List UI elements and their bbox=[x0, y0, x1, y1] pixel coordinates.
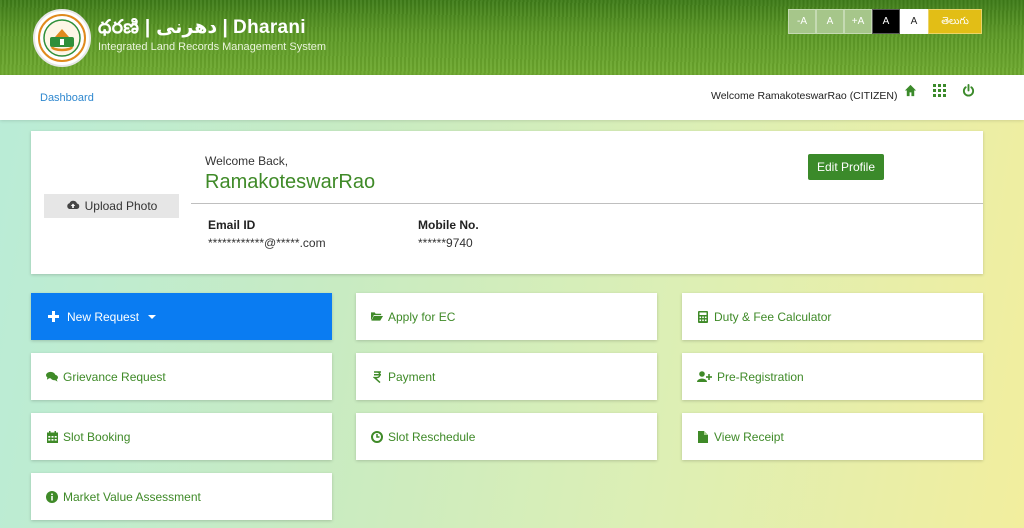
welcome-user-text: Welcome RamakoteswarRao (CITIZEN) bbox=[711, 90, 898, 102]
power-icon[interactable] bbox=[962, 84, 976, 98]
top-nav: Dashboard Welcome RamakoteswarRao (CITIZ… bbox=[0, 75, 1024, 120]
folder-open-icon bbox=[371, 311, 383, 323]
duty-fee-calculator-label: Duty & Fee Calculator bbox=[714, 309, 832, 324]
apps-grid-icon[interactable] bbox=[933, 84, 947, 98]
dark-theme-button[interactable]: A bbox=[872, 9, 900, 34]
duty-fee-calculator-button[interactable]: Duty & Fee Calculator bbox=[682, 293, 983, 340]
dharani-logo[interactable] bbox=[33, 9, 91, 67]
language-toggle-button[interactable]: తెలుగు bbox=[928, 9, 982, 34]
info-circle-icon bbox=[46, 490, 58, 503]
welcome-back-label: Welcome Back, bbox=[205, 154, 289, 168]
rupee-icon bbox=[371, 370, 383, 383]
brand-subtitle: Integrated Land Records Management Syste… bbox=[98, 41, 327, 53]
user-name: RamakoteswarRao bbox=[205, 171, 376, 193]
upload-photo-label: Upload Photo bbox=[84, 199, 158, 213]
edit-profile-button[interactable]: Edit Profile bbox=[808, 154, 884, 180]
apply-for-ec-button[interactable]: Apply for EC bbox=[356, 293, 657, 340]
market-value-assessment-label: Market Value Assessment bbox=[63, 489, 201, 504]
site-header: ధరణి | دھرنی | Dharani Integrated Land R… bbox=[0, 0, 1024, 75]
grievance-request-button[interactable]: Grievance Request bbox=[31, 353, 332, 400]
pre-registration-label: Pre-Registration bbox=[717, 369, 804, 384]
slot-booking-button[interactable]: Slot Booking bbox=[31, 413, 332, 460]
payment-button[interactable]: Payment bbox=[356, 353, 657, 400]
font-increase-button[interactable]: +A bbox=[844, 9, 872, 34]
payment-label: Payment bbox=[388, 369, 436, 384]
email-label: Email ID bbox=[208, 218, 256, 232]
font-decrease-button[interactable]: -A bbox=[788, 9, 816, 34]
pre-registration-button[interactable]: Pre-Registration bbox=[682, 353, 983, 400]
upload-photo-button[interactable]: Upload Photo bbox=[44, 194, 179, 218]
clock-icon bbox=[371, 430, 383, 443]
plus-icon bbox=[47, 311, 59, 323]
mobile-value: ******9740 bbox=[418, 236, 473, 250]
brand-title: ధరణి | دھرنی | Dharani bbox=[98, 17, 306, 38]
market-value-assessment-button[interactable]: Market Value Assessment bbox=[31, 473, 332, 520]
apply-for-ec-label: Apply for EC bbox=[388, 309, 456, 324]
cloud-upload-icon bbox=[66, 199, 80, 213]
file-icon bbox=[697, 430, 709, 443]
view-receipt-label: View Receipt bbox=[714, 429, 784, 444]
font-normal-button[interactable]: A bbox=[816, 9, 844, 34]
light-theme-button[interactable]: A bbox=[900, 9, 928, 34]
home-icon[interactable] bbox=[904, 84, 918, 98]
slot-reschedule-label: Slot Reschedule bbox=[388, 429, 476, 444]
calendar-icon bbox=[46, 430, 58, 443]
profile-divider bbox=[191, 203, 983, 204]
new-request-button[interactable]: New Request bbox=[31, 293, 332, 340]
caret-down-icon bbox=[148, 314, 157, 319]
calculator-icon bbox=[697, 310, 709, 323]
font-size-controls: -A A +A A A తెలుగు bbox=[788, 9, 982, 34]
mobile-label: Mobile No. bbox=[418, 218, 479, 232]
comments-icon bbox=[46, 371, 58, 383]
slot-reschedule-button[interactable]: Slot Reschedule bbox=[356, 413, 657, 460]
profile-card: Upload Photo Welcome Back, RamakoteswarR… bbox=[31, 131, 983, 274]
user-plus-icon bbox=[697, 371, 712, 383]
view-receipt-button[interactable]: View Receipt bbox=[682, 413, 983, 460]
breadcrumb-dashboard[interactable]: Dashboard bbox=[40, 92, 94, 104]
email-value: ************@*****.com bbox=[208, 236, 326, 250]
grievance-request-label: Grievance Request bbox=[63, 369, 166, 384]
slot-booking-label: Slot Booking bbox=[63, 429, 131, 444]
new-request-label: New Request bbox=[67, 309, 140, 324]
